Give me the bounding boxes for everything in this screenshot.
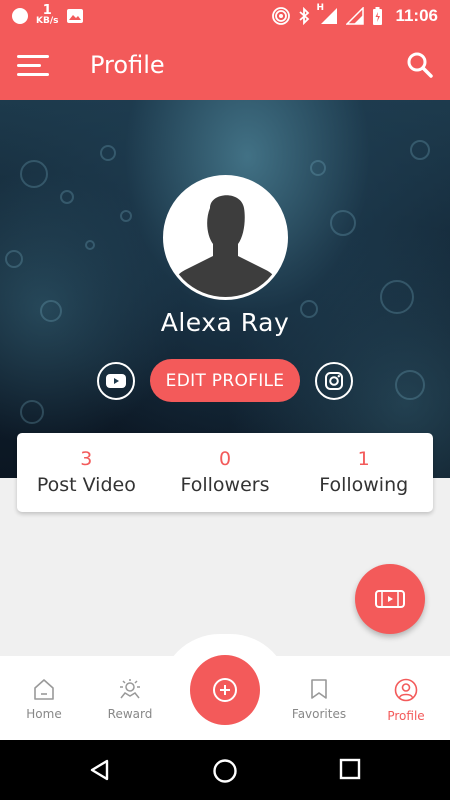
stat-value: 0 [218,448,232,470]
search-icon[interactable] [406,51,434,79]
avatar[interactable] [163,175,288,300]
app-bar: Profile [0,33,450,100]
bookmark-icon [311,679,327,699]
system-nav-bar [0,740,450,800]
youtube-icon[interactable] [97,362,135,400]
nav-label: Reward [107,707,153,721]
add-circle-icon [213,678,237,702]
stat-value: 1 [357,448,370,470]
nav-label: Favorites [291,707,347,721]
nav-label: Home [26,707,62,721]
stat-label: Followers [180,474,270,496]
stat-label: Following [319,474,409,496]
reward-icon [120,679,140,699]
stat-label: Post Video [36,474,136,496]
stat-value: 3 [80,448,93,470]
signal-icon [346,7,365,25]
nav-item-home[interactable]: Home [4,678,84,721]
image-notification-icon [67,8,84,23]
profile-header: Alexa Ray EDIT PROFILE [0,100,450,478]
battery-icon [373,7,383,25]
network-speed: 1 KB/s [36,3,59,26]
nav-item-reward[interactable]: Reward [90,678,170,721]
signal-icon: H [316,3,338,25]
bluetooth-icon [299,7,310,25]
stat-followers[interactable]: 0 Followers [156,433,295,512]
video-icon [375,590,405,608]
recents-icon[interactable] [339,758,361,780]
stat-post-video[interactable]: 3 Post Video [17,433,156,512]
profile-name: Alexa Ray [160,308,290,337]
stat-following[interactable]: 1 Following [294,433,433,512]
add-button[interactable] [190,655,260,725]
nav-label: Profile [387,709,425,723]
nav-item-favorites[interactable]: Favorites [279,678,359,721]
status-bar: 1 KB/s H 11:06 [0,0,450,33]
hotspot-icon [272,7,291,25]
page-title: Profile [90,51,165,79]
home-icon [34,679,54,700]
home-circle-icon[interactable] [212,758,238,784]
nav-item-profile[interactable]: Profile [366,678,446,723]
video-fab-button[interactable] [355,564,425,634]
back-icon[interactable] [88,758,112,782]
edit-profile-button[interactable]: EDIT PROFILE [150,359,300,402]
user-icon [394,678,418,702]
instagram-icon[interactable] [315,362,353,400]
clock: 11:06 [395,6,438,25]
stats-card: 3 Post Video 0 Followers 1 Following [17,433,433,512]
hamburger-menu-icon[interactable] [17,55,49,77]
record-dot-icon [12,7,28,24]
